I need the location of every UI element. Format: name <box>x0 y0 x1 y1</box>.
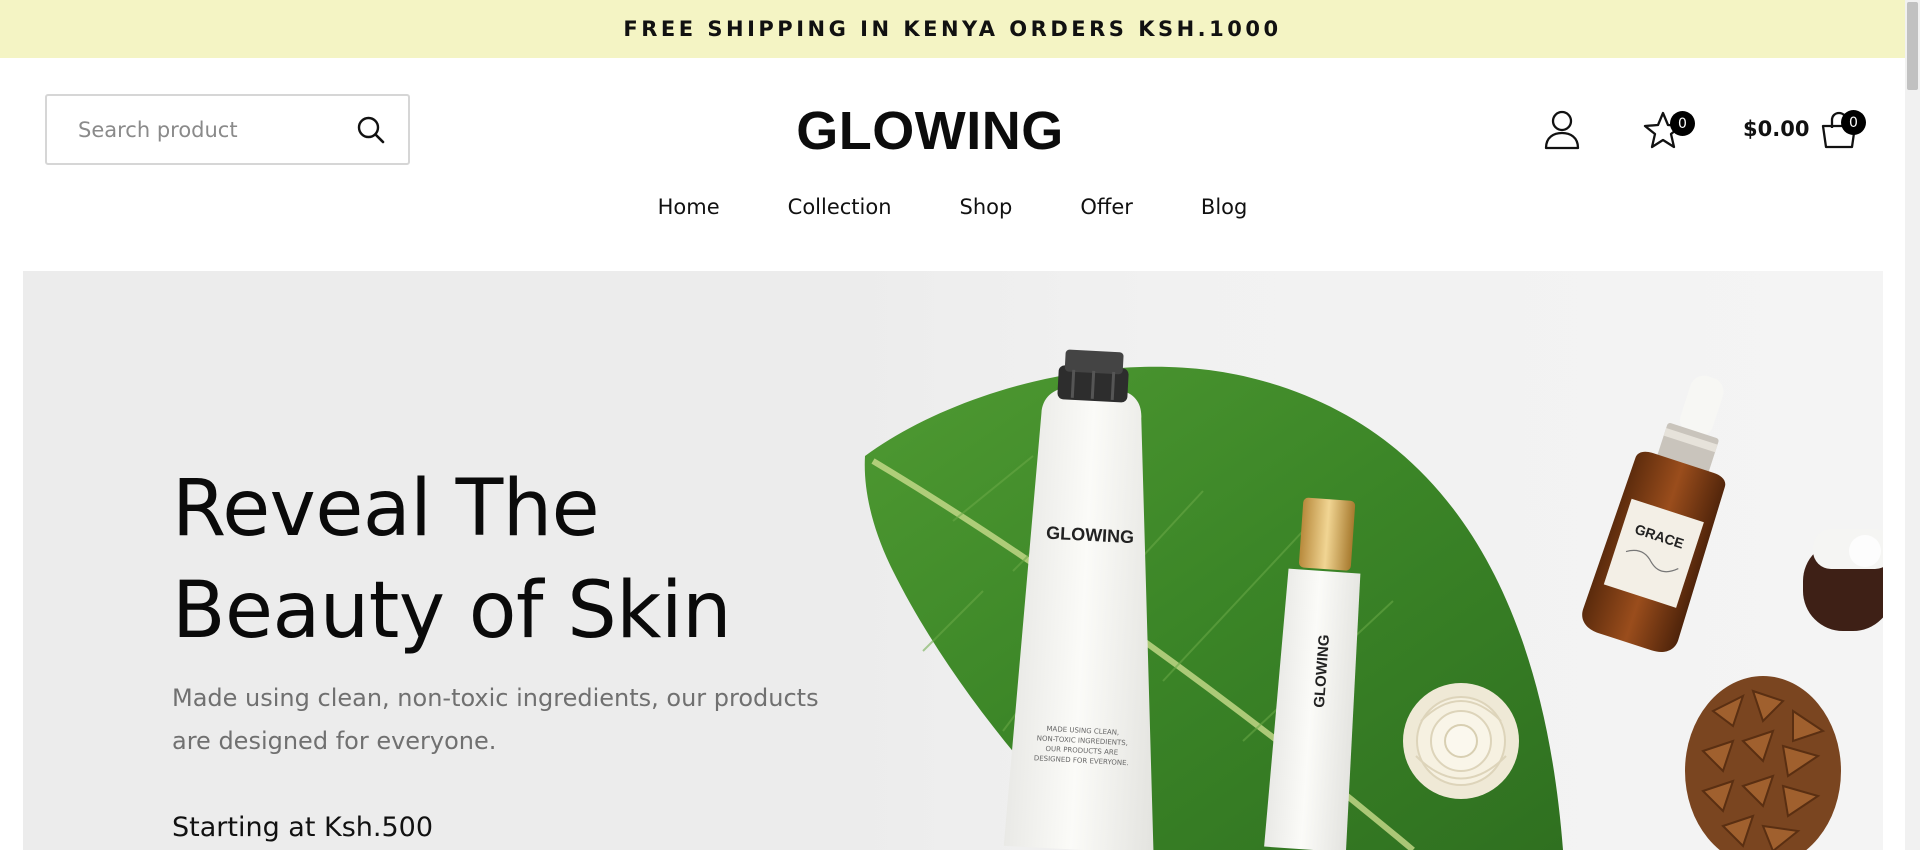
cart-count-badge: 0 <box>1841 110 1866 135</box>
cart-total[interactable]: $0.00 <box>1743 117 1809 141</box>
main-nav: Home Collection Shop Offer Blog <box>0 195 1905 219</box>
user-icon <box>1544 110 1580 150</box>
nav-item-home[interactable]: Home <box>658 195 720 219</box>
hero-headline-line1: Reveal The <box>172 464 600 554</box>
announcement-bar: FREE SHIPPING IN KENYA ORDERS KSH.1000 <box>0 0 1905 58</box>
page-scrollbar[interactable] <box>1905 0 1920 850</box>
site-logo[interactable]: GLOWING <box>794 98 1066 164</box>
hero-headline: Reveal The Beauty of Skin <box>172 458 732 662</box>
wishlist-button[interactable]: 0 <box>1643 110 1695 150</box>
hero-headline-line2: Beauty of Skin <box>172 566 732 656</box>
nav-item-offer[interactable]: Offer <box>1080 195 1133 219</box>
scrollbar-thumb[interactable] <box>1907 2 1918 90</box>
nav-item-collection[interactable]: Collection <box>788 195 892 219</box>
nav-item-shop[interactable]: Shop <box>960 195 1013 219</box>
cart-button[interactable]: 0 <box>1820 110 1866 150</box>
nav-item-blog[interactable]: Blog <box>1201 195 1247 219</box>
wishlist-count-badge: 0 <box>1670 111 1695 136</box>
search-input[interactable] <box>47 96 356 163</box>
hero-starting-price: Starting at Ksh.500 <box>172 812 434 843</box>
hero-subtext: Made using clean, non-toxic ingredients,… <box>172 684 819 755</box>
account-button[interactable] <box>1544 110 1580 150</box>
announcement-text: FREE SHIPPING IN KENYA ORDERS KSH.1000 <box>623 17 1282 41</box>
search-box <box>45 94 410 165</box>
search-icon[interactable] <box>356 115 386 145</box>
